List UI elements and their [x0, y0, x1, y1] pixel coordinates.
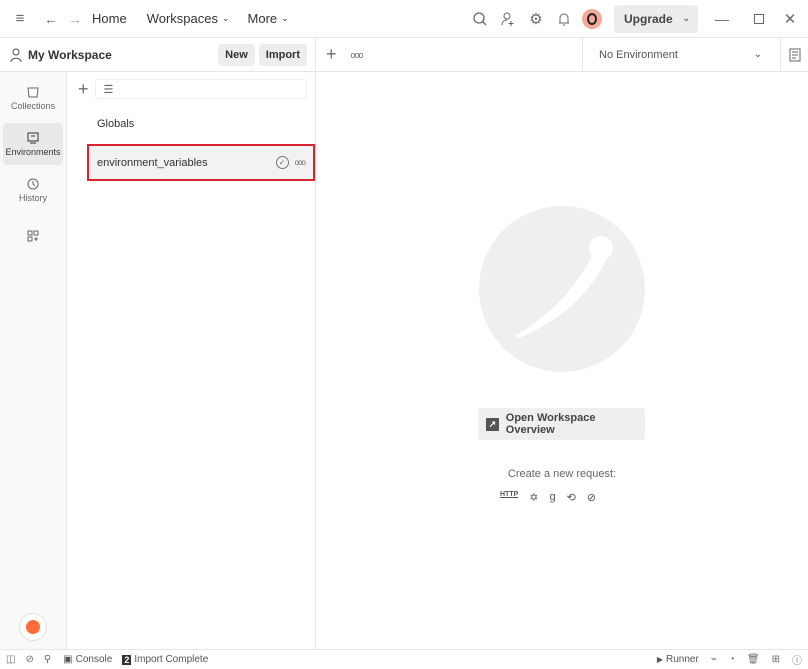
configure-sidebar-button[interactable] — [3, 215, 63, 257]
import-status-label: Import Complete — [134, 654, 209, 665]
console-icon: ▣ — [63, 654, 73, 665]
list-item-environment-variables[interactable]: environment_variables ✓ ooo — [87, 144, 315, 181]
toggle-sidebar-icon[interactable]: ◫ — [6, 654, 15, 665]
back-arrow-icon[interactable]: ← — [44, 11, 58, 27]
capture-requests-icon[interactable]: ⌁ — [711, 654, 717, 665]
more-menu[interactable]: More ⌄ — [248, 11, 289, 26]
status-bar: ◫ ⊘ ⚲ ▣ Console 2 Import Complete ▶ Runner … — [0, 649, 808, 669]
upgrade-button[interactable]: Upgrade ⌄ — [614, 4, 698, 33]
environment-quick-look-icon[interactable] — [780, 37, 808, 72]
menu-icon[interactable]: ≡ — [12, 10, 28, 27]
tab-bar: + ooo No Environment ⌄ — [316, 37, 808, 72]
create-request-label: Create a new request: — [507, 468, 617, 480]
minimize-icon[interactable]: — — [698, 11, 746, 27]
environments-icon — [27, 132, 39, 144]
import-status[interactable]: 2 Import Complete — [122, 654, 208, 665]
new-button[interactable]: New — [218, 43, 255, 66]
user-icon — [10, 48, 22, 62]
collections-icon — [27, 86, 39, 98]
workspaces-label: Workspaces — [146, 11, 218, 26]
main-empty-state: ↗ Open Workspace Overview Create a new r… — [316, 72, 808, 649]
settings-gear-icon[interactable]: ⚙ — [522, 10, 550, 28]
avatar[interactable] — [582, 8, 602, 29]
postbot-button[interactable] — [19, 613, 47, 641]
environment-selector[interactable]: No Environment ⌄ — [582, 37, 780, 72]
history-icon — [27, 178, 39, 190]
trash-icon[interactable]: 🗑 — [747, 654, 760, 665]
home-link[interactable]: Home — [92, 11, 127, 26]
sidebar-item-label: Environments — [5, 146, 61, 157]
sidebar-item-collections[interactable]: Collections — [3, 77, 63, 119]
invite-user-icon[interactable] — [494, 12, 522, 26]
filter-icon: ☰ — [103, 83, 114, 96]
graphql-request-icon[interactable]: ✡ — [529, 491, 538, 504]
sidebar-item-environments[interactable]: Environments — [3, 123, 63, 165]
postbot-icon — [26, 620, 40, 634]
check-circle-icon[interactable]: ⊘ — [25, 654, 33, 665]
more-label: More — [247, 11, 278, 26]
help-icon[interactable]: ⓘ — [792, 652, 802, 667]
maximize-icon[interactable] — [746, 13, 772, 24]
notifications-bell-icon[interactable] — [550, 12, 578, 26]
sidebar-item-label: Collections — [10, 100, 56, 111]
postman-logo-illustration — [479, 206, 645, 372]
filter-input[interactable]: ☰ — [94, 79, 307, 99]
sidebar-item-label: History — [18, 192, 47, 203]
import-count-badge: 2 — [122, 654, 132, 665]
list-item-label: Globals — [97, 118, 135, 130]
list-item-globals[interactable]: Globals — [67, 108, 315, 140]
add-environment-plus-icon[interactable]: + — [78, 79, 89, 100]
search-icon[interactable] — [466, 11, 494, 26]
grpc-request-icon[interactable]: g — [550, 491, 556, 504]
set-active-check-icon[interactable]: ✓ — [275, 156, 289, 169]
list-item-label: environment_variables — [97, 156, 208, 169]
sidebar-rail: Collections Environments History — [0, 72, 67, 649]
sidebar-item-history[interactable]: History — [3, 169, 63, 211]
overview-button-label: Open Workspace Overview — [505, 412, 596, 436]
top-bar: ≡ ← → Home Workspaces ⌄ More ⌄ ⚙ Upgrade ⌄ … — [0, 0, 808, 38]
play-icon: ▶ — [656, 655, 664, 664]
search-icon[interactable]: ⚲ — [44, 654, 51, 665]
workspace-header: My Workspace New Import — [0, 38, 316, 72]
runner-label: Runner — [666, 654, 699, 665]
external-link-icon: ↗ — [486, 417, 499, 431]
chevron-down-icon: ⌄ — [281, 13, 289, 23]
chevron-down-icon: ⌄ — [221, 13, 230, 23]
cookies-icon[interactable]: ◔ — [729, 654, 735, 665]
new-tab-plus-icon[interactable]: + — [326, 44, 337, 65]
http-request-icon[interactable]: HTTP — [500, 491, 518, 504]
runner-button[interactable]: ▶ Runner — [657, 654, 699, 665]
environments-panel: + ☰ Globals environment_variables ✓ ooo — [67, 72, 316, 649]
open-workspace-overview-button[interactable]: ↗ Open Workspace Overview — [478, 408, 645, 440]
add-widgets-icon — [27, 230, 39, 242]
workspace-name: My Workspace — [28, 47, 112, 62]
close-icon[interactable]: ✕ — [772, 10, 808, 28]
socketio-request-icon[interactable]: ⊘ — [587, 491, 596, 504]
workspaces-menu[interactable]: Workspaces ⌄ — [147, 11, 230, 26]
more-options-icon[interactable]: ooo — [295, 158, 306, 167]
more-options-icon[interactable]: ooo — [351, 50, 364, 60]
chevron-down-icon: ⌄ — [753, 49, 762, 60]
environment-selector-value: No Environment — [599, 48, 678, 61]
console-label: Console — [75, 654, 113, 665]
layout-icon[interactable]: ⊞ — [772, 654, 780, 665]
console-button[interactable]: ▣ Console — [63, 654, 112, 665]
import-button[interactable]: Import — [258, 43, 307, 66]
chevron-down-icon: ⌄ — [682, 13, 690, 23]
forward-arrow-icon[interactable]: → — [68, 11, 82, 27]
websocket-request-icon[interactable]: ⟲ — [567, 491, 576, 504]
upgrade-label: Upgrade — [624, 11, 673, 26]
